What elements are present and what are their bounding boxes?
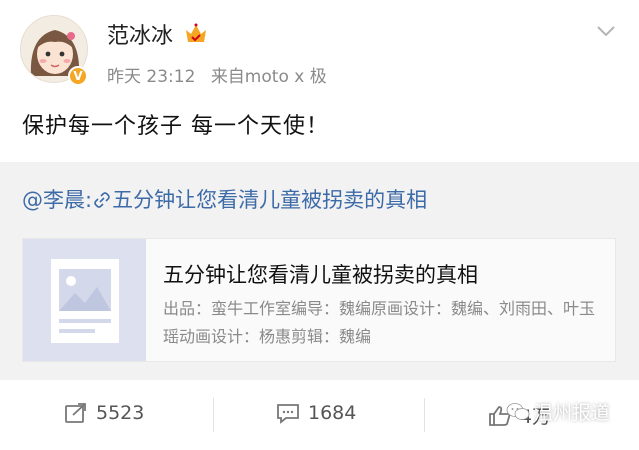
article-link[interactable]: 五分钟让您看清儿童被拐卖的真相 <box>112 188 427 212</box>
chevron-down-icon[interactable] <box>596 24 616 38</box>
post-meta: 昨天 23:12 来自moto x 极 <box>107 62 337 87</box>
verified-badge-icon: V <box>68 66 88 86</box>
card-title: 五分钟让您看清儿童被拐卖的真相 <box>163 263 478 287</box>
watermark: 温州报道 <box>506 398 610 425</box>
comment-icon <box>277 404 299 424</box>
card-description: 出品：蛮牛工作室编导：魏编原画设计：魏编、刘雨田、叶玉瑶动画设计：杨惠剪辑：魏编 <box>163 299 596 346</box>
comment-count: 1684 <box>308 402 357 424</box>
link-card[interactable]: 五分钟让您看清儿童被拐卖的真相 出品：蛮牛工作室编导：魏编原画设计：魏编、刘雨田… <box>22 238 616 362</box>
comment-button[interactable]: 1684 <box>276 402 356 424</box>
link-icon <box>94 192 110 208</box>
post-text: 保护每一个孩子 每一个天使！ <box>22 114 329 139</box>
wechat-icon <box>506 402 530 420</box>
vip-crown-icon[interactable] <box>184 22 208 44</box>
mention-link[interactable]: @李晨: <box>22 188 92 212</box>
repost-area: @李晨: 五分钟让您看清儿童被拐卖的真相 五分钟让您看清儿童被拐卖的真相 出品：… <box>0 162 639 380</box>
post-source: 来自moto x 极 <box>210 67 327 87</box>
post-time: 昨天 23:12 <box>107 67 196 87</box>
repost-icon <box>65 403 86 423</box>
watermark-text: 温州报道 <box>534 402 611 424</box>
action-divider <box>424 398 425 432</box>
card-thumbnail <box>23 239 146 361</box>
document-icon <box>51 259 119 343</box>
post-header: V 范冰冰 昨天 23:12 来自moto x 极 保护每一个孩子 每一个天使！ <box>0 0 639 155</box>
repost-line: @李晨: 五分钟让您看清儿童被拐卖的真相 <box>22 184 427 214</box>
repost-count: 5523 <box>96 402 145 424</box>
action-divider <box>213 398 214 432</box>
repost-button[interactable]: 5523 <box>64 402 144 424</box>
username[interactable]: 范冰冰 <box>107 18 173 50</box>
